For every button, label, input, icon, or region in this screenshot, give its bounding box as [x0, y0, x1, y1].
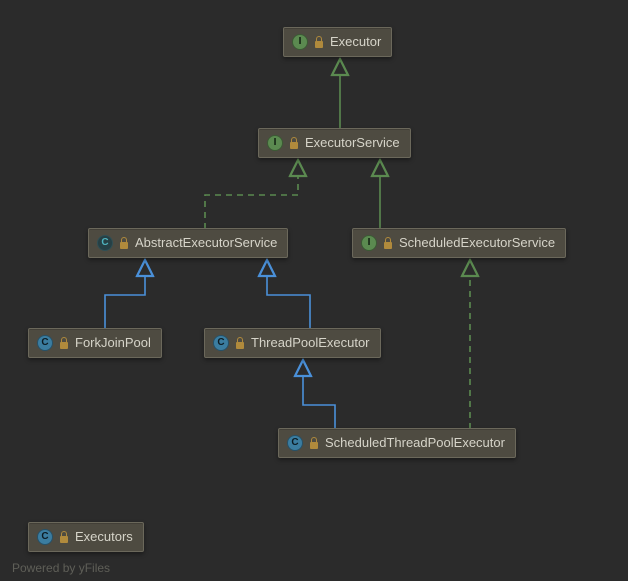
interface-icon: I: [361, 235, 377, 251]
class-icon: C: [287, 435, 303, 451]
edge-abstractExec-executorService: [205, 160, 298, 229]
lock-icon: [59, 337, 69, 349]
node-label: AbstractExecutorService: [135, 235, 277, 251]
lock-icon: [314, 36, 324, 48]
node-executors[interactable]: C Executors: [28, 522, 144, 552]
edge-threadPoolExec-abstractExec: [267, 260, 310, 329]
node-label: ExecutorService: [305, 135, 400, 151]
node-executor[interactable]: I Executor: [283, 27, 392, 57]
class-icon: C: [37, 529, 53, 545]
node-abstract-executor-service[interactable]: C AbstractExecutorService: [88, 228, 288, 258]
node-label: Executors: [75, 529, 133, 545]
node-fork-join-pool[interactable]: C ForkJoinPool: [28, 328, 162, 358]
lock-icon: [59, 531, 69, 543]
node-scheduled-thread-pool-executor[interactable]: C ScheduledThreadPoolExecutor: [278, 428, 516, 458]
lock-icon: [235, 337, 245, 349]
lock-icon: [309, 437, 319, 449]
node-executor-service[interactable]: I ExecutorService: [258, 128, 411, 158]
footer-credit: Powered by yFiles: [12, 561, 110, 575]
diagram-canvas: I Executor I ExecutorService C AbstractE…: [0, 0, 628, 581]
node-scheduled-executor-service[interactable]: I ScheduledExecutorService: [352, 228, 566, 258]
node-thread-pool-executor[interactable]: C ThreadPoolExecutor: [204, 328, 381, 358]
node-label: ForkJoinPool: [75, 335, 151, 351]
lock-icon: [383, 237, 393, 249]
class-icon: C: [97, 235, 113, 251]
class-icon: C: [37, 335, 53, 351]
edges-layer: [0, 0, 628, 581]
node-label: Executor: [330, 34, 381, 50]
edge-scheduledTPE-threadPoolExec: [303, 360, 335, 429]
interface-icon: I: [267, 135, 283, 151]
interface-icon: I: [292, 34, 308, 50]
node-label: ScheduledThreadPoolExecutor: [325, 435, 505, 451]
lock-icon: [119, 237, 129, 249]
node-label: ScheduledExecutorService: [399, 235, 555, 251]
class-icon: C: [213, 335, 229, 351]
lock-icon: [289, 137, 299, 149]
node-label: ThreadPoolExecutor: [251, 335, 370, 351]
edge-forkJoinPool-abstractExec: [105, 260, 145, 329]
